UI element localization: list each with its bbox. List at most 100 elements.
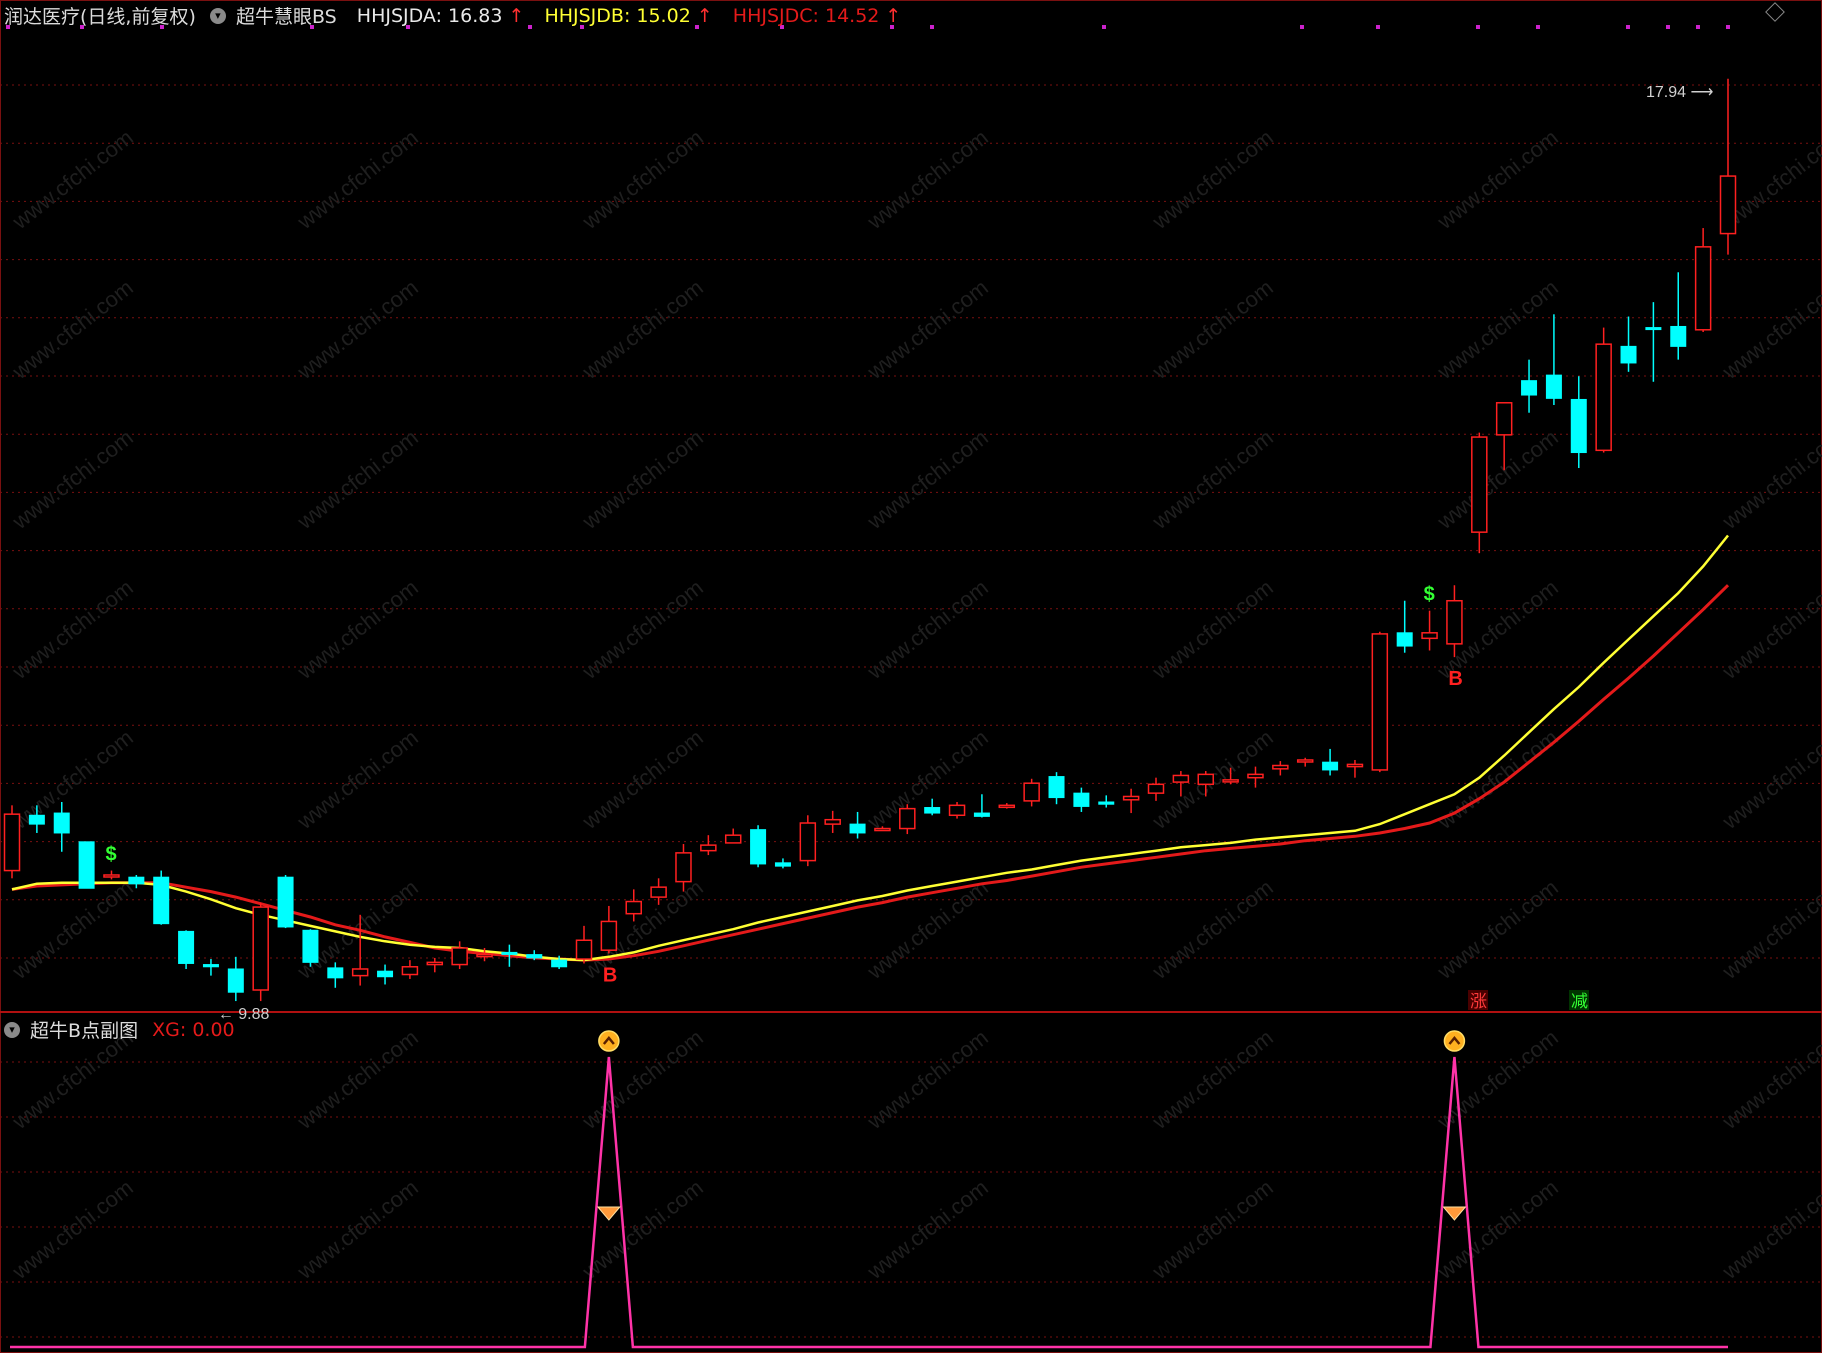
candle-body xyxy=(1620,345,1637,364)
zhang-tag: 涨 xyxy=(1468,990,1488,1012)
candle-body xyxy=(1495,402,1513,436)
candle-body xyxy=(227,968,244,993)
watermark-text: www.cfchi.com xyxy=(1147,575,1278,685)
candle-body xyxy=(1073,792,1090,807)
watermark-text: www.cfchi.com xyxy=(292,275,423,385)
candle xyxy=(1098,795,1115,808)
arrow-up-icon: ↑ xyxy=(885,4,902,27)
candle-body xyxy=(1719,175,1737,235)
zhang-tag-text: 涨 xyxy=(1470,992,1487,1012)
stock-title[interactable]: 润达医疗(日线,前复权) xyxy=(4,2,196,29)
candle-body xyxy=(1322,761,1339,771)
candle-body xyxy=(1670,325,1687,347)
signal-dot xyxy=(1376,25,1380,29)
watermark-text: www.cfchi.com xyxy=(577,875,708,985)
candle-body xyxy=(1396,632,1413,647)
candle-body xyxy=(824,818,841,825)
candle-body xyxy=(1122,795,1140,801)
candle xyxy=(178,930,195,969)
candle xyxy=(1322,748,1339,776)
watermark-text: www.cfchi.com xyxy=(862,1025,993,1135)
watermark-text: www.cfchi.com xyxy=(292,575,423,685)
candle-body xyxy=(973,812,990,817)
candle xyxy=(53,802,70,852)
signal-dot xyxy=(1536,25,1540,29)
watermark-text: www.cfchi.com xyxy=(862,1175,993,1285)
indicator-toggle-icon[interactable]: ▾ xyxy=(209,7,226,24)
candle-body xyxy=(1346,763,1364,768)
candle xyxy=(426,957,444,973)
candle xyxy=(575,925,593,964)
up-arrow-icon xyxy=(1443,1030,1466,1052)
watermark-text: www.cfchi.com xyxy=(1147,875,1278,985)
candle-body xyxy=(153,876,170,925)
candle-body xyxy=(28,814,45,825)
candle xyxy=(202,959,219,976)
candle xyxy=(1521,359,1538,413)
arrow-up-icon: ↑ xyxy=(508,4,525,27)
watermark-text: www.cfchi.com xyxy=(292,425,423,535)
candle xyxy=(377,964,394,985)
candle-body xyxy=(899,807,916,830)
watermark-text: www.cfchi.com xyxy=(1432,125,1563,235)
candle-body xyxy=(1172,774,1190,783)
indicator-name[interactable]: 超牛慧眼BS xyxy=(236,2,337,29)
sub-chart xyxy=(10,1030,1728,1349)
candle-body xyxy=(724,834,742,844)
watermark-text: www.cfchi.com xyxy=(1432,275,1563,385)
diamond-gem-icon xyxy=(596,1206,621,1221)
watermark-text: www.cfchi.com xyxy=(1432,725,1563,835)
candle xyxy=(1471,432,1488,554)
signal-dot xyxy=(1696,25,1700,29)
candle xyxy=(948,802,966,819)
watermark-text: www.cfchi.com xyxy=(1432,875,1563,985)
candle-body xyxy=(1545,374,1562,399)
candle-body xyxy=(1471,436,1488,533)
sub-chart-title[interactable]: 超牛B点副图 xyxy=(30,1016,138,1043)
stock-chart: www.cfchi.com www.cfchi.com www.cfchi.com w… xyxy=(0,0,1822,1353)
candle-body xyxy=(1570,398,1587,454)
candle-body xyxy=(1371,633,1389,771)
candle xyxy=(1371,631,1389,773)
hhjsjda-value: HHJSJDA: 16.83 xyxy=(356,4,503,27)
candle-body xyxy=(1421,632,1438,640)
candle-body xyxy=(178,930,195,964)
main-chart-header: 润达医疗(日线,前复权) ▾ 超牛慧眼BS HHJSJDA: 16.83 ↑ H… xyxy=(4,2,901,29)
candle xyxy=(998,803,1016,809)
watermark-text: www.cfchi.com xyxy=(1147,125,1278,235)
candle xyxy=(277,874,294,929)
watermark-text: www.cfchi.com xyxy=(292,125,423,235)
candle xyxy=(1620,316,1637,372)
candle xyxy=(824,810,841,833)
watermark-text: www.cfchi.com xyxy=(577,725,708,835)
up-arrow-icon-circle xyxy=(1443,1030,1466,1052)
candle xyxy=(302,929,319,967)
watermark-text: www.cfchi.com xyxy=(577,275,708,385)
candle xyxy=(1670,272,1687,360)
buy-signal-b: B xyxy=(1448,668,1462,690)
watermark-text: www.cfchi.com xyxy=(577,575,708,685)
up-arrow-icon xyxy=(598,1030,620,1052)
hhjsjda-line xyxy=(11,534,1729,962)
candle-body xyxy=(78,841,95,889)
candle xyxy=(1421,610,1438,651)
candle-body xyxy=(774,862,791,867)
arrow-up-icon: ↑ xyxy=(696,4,713,27)
candle-body xyxy=(1222,779,1239,783)
watermark-text: www.cfchi.com xyxy=(1717,875,1822,985)
candle xyxy=(153,870,170,925)
watermark-text: www.cfchi.com xyxy=(7,1175,138,1285)
candle-body xyxy=(1023,782,1040,802)
watermark-text: www.cfchi.com xyxy=(862,725,993,835)
candle-body xyxy=(377,970,394,978)
watermark-text: www.cfchi.com xyxy=(1717,1025,1822,1135)
candle xyxy=(1122,788,1140,814)
watermark-text: www.cfchi.com xyxy=(577,425,708,535)
candle xyxy=(401,960,419,979)
candle-body xyxy=(948,804,966,817)
sub-indicator-toggle-icon[interactable]: ▾ xyxy=(4,1021,20,1038)
candle-body xyxy=(1272,764,1289,770)
signal-dot xyxy=(1102,25,1106,29)
watermark-text: www.cfchi.com xyxy=(1717,425,1822,535)
candle-body xyxy=(302,929,319,963)
